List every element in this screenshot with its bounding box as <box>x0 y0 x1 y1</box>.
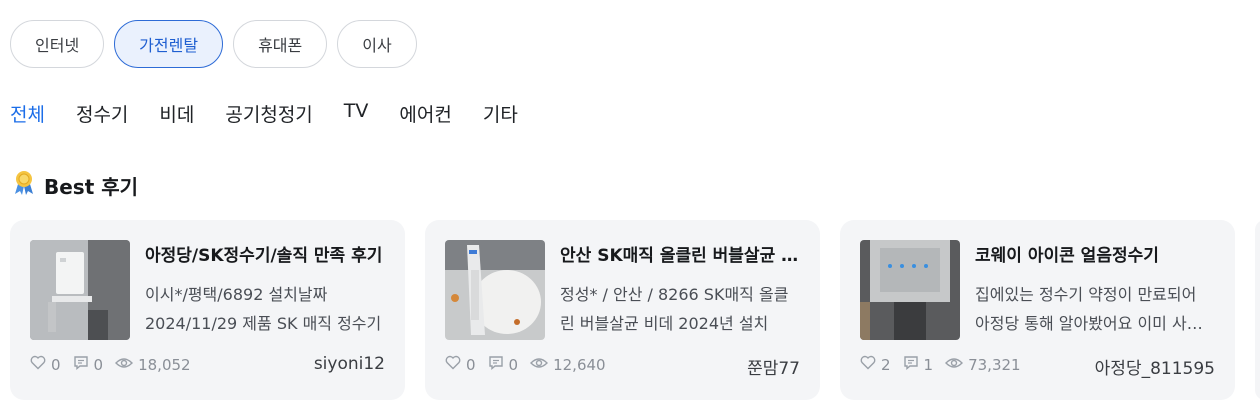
like-count: 2 <box>881 355 891 374</box>
comment-icon <box>73 355 89 374</box>
eye-icon <box>945 356 964 374</box>
like-count: 0 <box>51 355 61 374</box>
review-title: 안산 SK매직 올클린 버블살균 비데 <box>560 246 800 266</box>
best-reviews-title: Best 후기 <box>44 174 139 199</box>
tab-all[interactable]: 전체 <box>10 100 45 127</box>
comment-count: 0 <box>93 355 104 374</box>
review-author: 쭌맘77 <box>747 359 800 379</box>
review-description: 정성* / 안산 / 8266 SK매직 올클린 버블살균 비데 2024년 설… <box>560 285 789 333</box>
view-count: 18,052 <box>138 355 191 374</box>
best-reviews-header: Best 후기 <box>12 170 138 200</box>
review-author: 아정당_811595 <box>1094 359 1215 379</box>
comment-icon <box>488 355 504 374</box>
tab-etc[interactable]: 기타 <box>483 100 518 127</box>
tab-tv[interactable]: TV <box>344 100 369 127</box>
heart-icon[interactable] <box>445 355 461 374</box>
review-stats: 2 1 73,321 <box>860 355 1027 374</box>
review-title: 코웨이 아이콘 얼음정수기 <box>975 246 1159 266</box>
chip-internet[interactable]: 인터넷 <box>10 20 105 68</box>
review-thumbnail <box>860 240 960 340</box>
review-description: 이시*/평택/6892 설치날짜 2024/11/29 제품 SK 매직 정수기 <box>145 285 382 333</box>
review-card[interactable]: 아정당/SK정수기/솔직 만족 후기 이시*/평택/6892 설치날짜 2024… <box>10 220 405 400</box>
chip-mobile[interactable]: 휴대폰 <box>233 20 328 68</box>
tab-water-purifier[interactable]: 정수기 <box>76 100 128 127</box>
view-count: 12,640 <box>553 355 606 374</box>
subcategory-tabs: 전체 정수기 비데 공기청정기 TV 에어컨 기타 <box>10 100 518 127</box>
heart-icon[interactable] <box>860 355 876 374</box>
view-count: 73,321 <box>968 355 1021 374</box>
review-stats: 0 0 12,640 <box>445 355 612 374</box>
category-chips: 인터넷 가전렌탈 휴대폰 이사 <box>10 20 417 68</box>
chip-moving[interactable]: 이사 <box>337 20 417 68</box>
eye-icon <box>530 356 549 374</box>
award-ribbon-icon <box>12 170 36 200</box>
review-card-peek[interactable] <box>1255 220 1260 400</box>
like-count: 0 <box>466 355 476 374</box>
comment-count: 1 <box>923 355 934 374</box>
review-title: 아정당/SK정수기/솔직 만족 후기 <box>145 246 383 266</box>
tab-bidet[interactable]: 비데 <box>159 100 194 127</box>
review-description: 집에있는 정수기 약정이 만료되어 아정당 통해 알아봤어요 이미 사용중 <box>975 285 1202 333</box>
review-stats: 0 0 18,052 <box>30 355 197 374</box>
review-thumbnail <box>445 240 545 340</box>
comment-count: 0 <box>508 355 519 374</box>
tab-air-conditioner[interactable]: 에어컨 <box>399 100 451 127</box>
comment-icon <box>903 355 919 374</box>
review-card[interactable]: 안산 SK매직 올클린 버블살균 비데 정성* / 안산 / 8266 SK매직… <box>425 220 820 400</box>
heart-icon[interactable] <box>30 355 46 374</box>
review-thumbnail <box>30 240 130 340</box>
tab-air-purifier[interactable]: 공기청정기 <box>225 100 312 127</box>
review-author: siyoni12 <box>313 354 385 374</box>
eye-icon <box>115 356 134 374</box>
review-card[interactable]: 코웨이 아이콘 얼음정수기 집에있는 정수기 약정이 만료되어 아정당 통해 알… <box>840 220 1235 400</box>
chip-appliance-rental[interactable]: 가전렌탈 <box>114 20 224 68</box>
